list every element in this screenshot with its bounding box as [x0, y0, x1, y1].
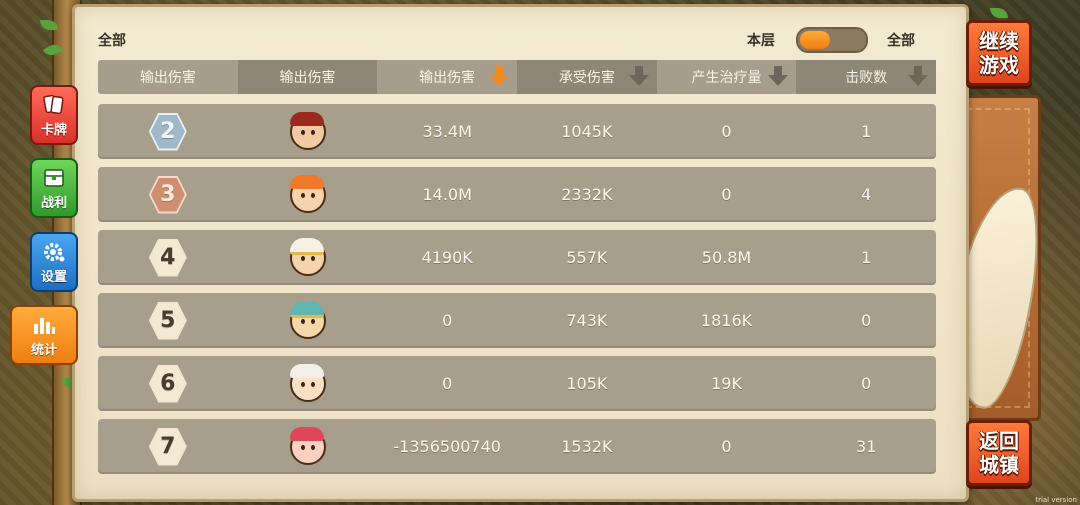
watermark-text: trial version [1035, 496, 1077, 504]
column-header-kills[interactable]: 击败数 [796, 60, 937, 94]
table-row[interactable]: 3 14.0M 2332K 0 4 [98, 167, 936, 222]
kills-value: 1 [861, 122, 872, 141]
toggle-all-label: 全部 [887, 33, 915, 49]
rank-badge: 7 [148, 427, 187, 466]
damage-value: 0 [442, 374, 453, 393]
column-header-heal[interactable]: 产生治疗量 [657, 60, 797, 94]
kills-value: 31 [856, 437, 877, 456]
orange-hair-avatar-icon [289, 174, 326, 213]
table-row[interactable]: 6 0 105K 19K 0 [98, 356, 936, 411]
heal-value: 19K [711, 374, 742, 393]
table-header: 输出伤害 输出伤害 输出伤害 承受伤害 产生治疗量 击败数 [98, 60, 937, 94]
column-header-label: 产生治疗量 [691, 70, 762, 86]
stats-table-body: 2 33.4M 1045K 0 1 3 14.0M 2332K 0 4 4 41… [98, 104, 936, 482]
heal-value: 1816K [700, 311, 753, 330]
scope-toggle[interactable] [796, 27, 868, 53]
table-row[interactable]: 2 33.4M 1045K 0 1 [98, 104, 936, 159]
button-label-line: 继续 [979, 29, 1019, 53]
gear-icon [41, 241, 67, 263]
kills-value: 0 [861, 374, 872, 393]
white-priest-avatar-icon [289, 237, 326, 276]
column-header-damage[interactable]: 输出伤害 [377, 60, 517, 94]
heal-value: 0 [721, 437, 732, 456]
chest-icon [41, 167, 67, 189]
sort-down-arrow-icon[interactable] [489, 66, 510, 88]
column-header-taken[interactable]: 承受伤害 [517, 60, 657, 94]
kills-value: 1 [861, 248, 872, 267]
damage-value: 14.0M [422, 185, 472, 204]
helmet-warrior-avatar-icon [289, 111, 326, 150]
heal-value: 50.8M [701, 248, 752, 267]
kills-value: 0 [861, 311, 872, 330]
button-label-line: 游戏 [979, 53, 1019, 77]
rank-badge: 2 [148, 112, 187, 151]
scope-all-label: 全部 [98, 33, 126, 49]
taken-value: 743K [566, 311, 608, 330]
rank-badge: 5 [148, 301, 187, 340]
taken-value: 2332K [561, 185, 613, 204]
heal-value: 0 [721, 122, 732, 141]
tab-label: 设置 [40, 270, 67, 285]
bar-chart-icon [31, 314, 57, 336]
rank-badge: 4 [148, 238, 187, 277]
continue-game-button[interactable]: 继续 游戏 [966, 20, 1032, 86]
taken-value: 1045K [561, 122, 613, 141]
rank-badge: 3 [148, 175, 187, 214]
cards-icon [41, 94, 67, 116]
tab-label: 卡牌 [40, 123, 67, 138]
tab-settings[interactable]: 设置 [30, 232, 78, 292]
column-header-label: 输出伤害 [419, 70, 476, 86]
kills-value: 4 [861, 185, 872, 204]
tab-loot[interactable]: 战利 [30, 158, 78, 218]
toggle-floor-label: 本层 [747, 33, 775, 49]
table-row[interactable]: 4 4190K 557K 50.8M 1 [98, 230, 936, 285]
return-town-button[interactable]: 返回 城镇 [966, 420, 1032, 486]
tab-cards[interactable]: 卡牌 [30, 85, 78, 145]
column-header-label: 输出伤害 [279, 70, 336, 86]
toggle-knob [800, 31, 830, 49]
red-hair-girl-avatar-icon [289, 426, 326, 465]
damage-value: 33.4M [422, 122, 472, 141]
taken-value: 105K [566, 374, 608, 393]
column-header[interactable]: 输出伤害 [237, 60, 378, 94]
taken-value: 1532K [561, 437, 613, 456]
taken-value: 557K [566, 248, 608, 267]
column-header-label: 击败数 [845, 70, 888, 86]
white-hair-avatar-icon [289, 363, 326, 402]
damage-value: 4190K [421, 248, 473, 267]
column-header-label: 承受伤害 [558, 70, 615, 86]
rank-badge: 6 [148, 364, 187, 403]
button-label-line: 城镇 [979, 453, 1019, 477]
column-header-label: 输出伤害 [139, 70, 196, 86]
sort-down-arrow-icon[interactable] [768, 66, 789, 88]
tab-statistics[interactable]: 统计 [10, 305, 78, 365]
column-header[interactable]: 输出伤害 [98, 60, 238, 94]
damage-value: -1356500740 [393, 437, 501, 456]
table-row[interactable]: 7 -1356500740 1532K 0 31 [98, 419, 936, 474]
sort-down-arrow-icon[interactable] [628, 66, 649, 88]
button-label-line: 返回 [979, 429, 1019, 453]
crowned-king-avatar-icon [289, 300, 326, 339]
tab-label: 战利 [40, 196, 67, 211]
tab-label: 统计 [30, 343, 57, 358]
heal-value: 0 [721, 185, 732, 204]
sort-down-arrow-icon[interactable] [908, 66, 929, 88]
damage-value: 0 [442, 311, 453, 330]
table-row[interactable]: 5 0 743K 1816K 0 [98, 293, 936, 348]
